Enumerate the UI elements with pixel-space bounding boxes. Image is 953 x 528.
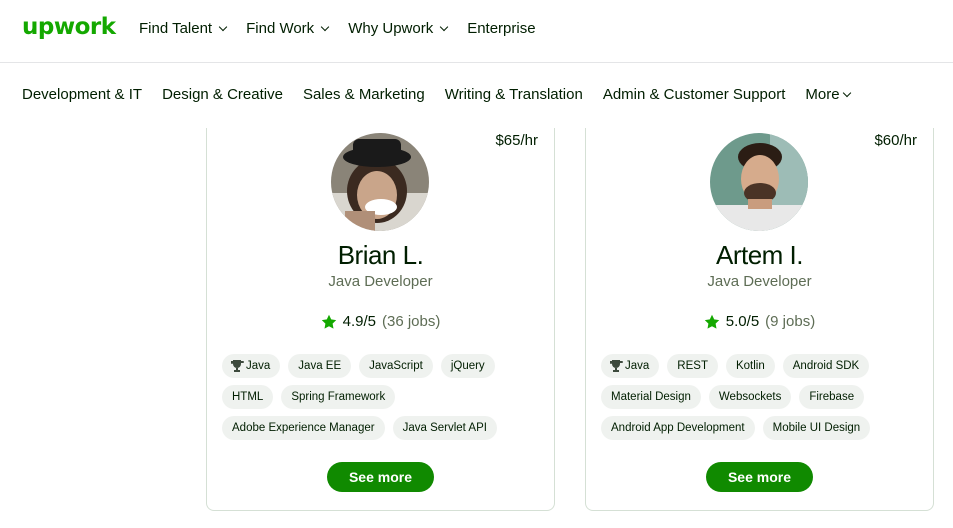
nav-label: Find Talent	[139, 20, 213, 37]
nav-label: Find Work	[246, 20, 315, 37]
chevron-down-icon	[842, 88, 851, 97]
trophy-icon	[610, 360, 623, 372]
jobs-count: (36 jobs)	[382, 313, 441, 330]
skill-chip[interactable]: Material Design	[601, 385, 701, 409]
skill-chip[interactable]: Mobile UI Design	[762, 416, 871, 440]
nav-enterprise[interactable]: Enterprise	[467, 20, 535, 37]
rating-score: 5.0/5	[725, 313, 760, 330]
main-nav: Find Talent Find Work Why Upwork Enterpr…	[139, 20, 536, 37]
rating: 5.0/5 (9 jobs)	[586, 313, 933, 330]
top-header: upwork Find Talent Find Work Why Upwork …	[0, 0, 953, 63]
category-writing-translation[interactable]: Writing & Translation	[445, 86, 583, 103]
skill-chip[interactable]: HTML	[222, 385, 274, 409]
nav-label: Why Upwork	[348, 20, 434, 37]
nav-label: Enterprise	[467, 20, 536, 37]
nav-why-upwork[interactable]: Why Upwork	[348, 20, 449, 37]
skill-chip[interactable]: Android App Development	[601, 416, 755, 440]
skill-chip[interactable]: Adobe Experience Manager	[222, 416, 385, 440]
skill-chip[interactable]: Java	[601, 354, 660, 378]
chevron-down-icon	[218, 22, 228, 31]
category-more[interactable]: More	[805, 86, 851, 103]
skill-chip[interactable]: REST	[667, 354, 718, 378]
skill-chip[interactable]: Firebase	[799, 385, 865, 409]
skill-chip[interactable]: jQuery	[440, 354, 495, 378]
category-sales-marketing[interactable]: Sales & Marketing	[303, 86, 425, 103]
nav-find-talent[interactable]: Find Talent	[139, 20, 228, 37]
avatar[interactable]	[710, 133, 808, 231]
skill-chip[interactable]: Java	[222, 354, 281, 378]
freelancer-card[interactable]: $65/hr Brian L. Java Developer 4.9/5 (36…	[206, 128, 555, 511]
jobs-count: (9 jobs)	[765, 313, 816, 330]
skill-chip[interactable]: Java EE	[288, 354, 352, 378]
skill-chip[interactable]: JavaScript	[359, 354, 433, 378]
avatar-photo-icon	[331, 133, 429, 231]
hourly-rate: $60/hr	[874, 132, 917, 149]
category-admin-support[interactable]: Admin & Customer Support	[603, 86, 786, 103]
avatar[interactable]	[331, 133, 429, 231]
rating: 4.9/5 (36 jobs)	[207, 313, 554, 330]
freelancer-card[interactable]: $60/hr Artem I. Java Developer 5.0/5 (9 …	[585, 128, 934, 511]
nav-find-work[interactable]: Find Work	[246, 20, 330, 37]
freelancer-title: Java Developer	[328, 273, 433, 290]
see-more-button[interactable]: See more	[327, 462, 434, 492]
upwork-logo[interactable]: upwork	[22, 14, 116, 40]
skills-list: Java REST Kotlin Android SDK Material De…	[601, 354, 921, 440]
skill-chip[interactable]: Java Servlet API	[392, 416, 497, 440]
skill-chip[interactable]: Kotlin	[725, 354, 775, 378]
skill-chip[interactable]: Spring Framework	[281, 385, 396, 409]
freelancer-title: Java Developer	[707, 273, 812, 290]
star-icon	[704, 314, 719, 329]
skill-label: Java	[246, 360, 271, 372]
trophy-icon	[231, 360, 244, 372]
star-icon	[321, 314, 336, 329]
rating-score: 4.9/5	[342, 313, 376, 330]
skill-label: Java	[625, 360, 650, 372]
freelancer-name[interactable]: Artem I.	[586, 240, 933, 271]
see-more-button[interactable]: See more	[706, 462, 813, 492]
chevron-down-icon	[320, 22, 330, 31]
avatar-photo-icon	[710, 133, 808, 231]
category-development-it[interactable]: Development & IT	[22, 86, 142, 103]
hourly-rate: $65/hr	[495, 132, 538, 149]
chevron-down-icon	[439, 22, 449, 31]
category-nav: Development & IT Design & Creative Sales…	[22, 86, 851, 103]
category-design-creative[interactable]: Design & Creative	[162, 86, 283, 103]
freelancer-name[interactable]: Brian L.	[207, 240, 554, 271]
skill-chip[interactable]: Android SDK	[782, 354, 870, 378]
category-more-label: More	[805, 86, 840, 103]
skills-list: Java Java EE JavaScript jQuery HTML Spri…	[222, 354, 542, 440]
skill-chip[interactable]: Websockets	[708, 385, 792, 409]
